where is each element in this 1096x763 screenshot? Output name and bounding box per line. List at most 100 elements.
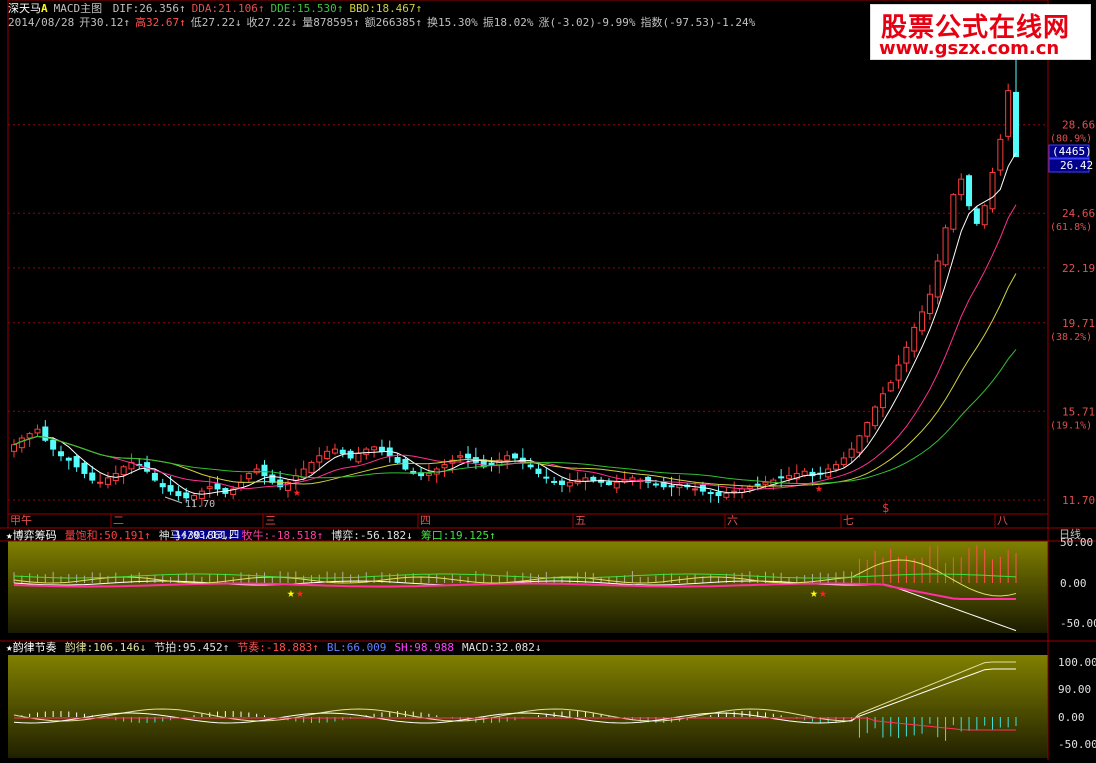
candle-body	[660, 482, 667, 488]
candle-body	[754, 483, 761, 486]
candle-body	[18, 437, 25, 449]
candle-body	[872, 406, 879, 427]
star-icon: ★	[819, 586, 827, 601]
watermark-url: www.gszx.com.cn	[879, 38, 1060, 59]
panel3-tick-label: 90.00	[1058, 683, 1091, 696]
candle-body	[65, 457, 72, 461]
candle-body	[590, 476, 597, 481]
candle-body	[339, 449, 346, 455]
panel-value: 节奏:-18.883↑	[237, 641, 319, 654]
panel2-title-line: ★博弈筹码 量饱和:50.191↑ 神马:39.861↓ 牧牛:-18.518↑ 博弈:…	[6, 528, 496, 542]
watermark-logo: 股票公式在线网 www.gszx.com.cn	[870, 4, 1091, 60]
candle-body	[895, 364, 902, 381]
candle-body	[316, 455, 323, 463]
candle-body	[778, 476, 785, 479]
chart-svg[interactable]: 深天马A MACD主图 DIF:26.356↑ DDA:21.106↑ DDE:15.…	[0, 0, 1096, 760]
price-tick-label: 28.66	[1062, 119, 1095, 132]
moving-average-line	[13, 349, 1017, 484]
candle-body	[723, 492, 730, 498]
candle-body	[457, 455, 464, 458]
candle-body	[551, 480, 558, 483]
stock-flag: A	[41, 2, 48, 15]
header-indicator-value: DDA:21.106↑	[192, 2, 265, 15]
candle-body	[183, 492, 190, 499]
candle-body	[206, 486, 213, 489]
candle-body	[973, 208, 980, 224]
panel3-tick-label: 100.00	[1058, 656, 1096, 669]
candle-body	[527, 464, 534, 468]
candle-body	[363, 448, 370, 455]
panel2-axis: 50.00 0.00 -50.00	[1060, 536, 1096, 630]
price-axis: 28.66 (80.9%) 24.66 (61.8%) 22.19 19.71 (38.2%…	[1050, 119, 1095, 507]
price-tick-pct: (61.8%)	[1050, 222, 1092, 233]
candle-body	[175, 491, 182, 497]
candle-body	[512, 453, 518, 459]
candle-body	[120, 466, 127, 476]
candle-body	[715, 491, 722, 497]
candle-body	[331, 448, 338, 454]
panel-value: BL:66.009	[327, 641, 387, 654]
time-label: 三	[265, 514, 276, 527]
candle-body	[903, 346, 910, 364]
candle-body	[926, 293, 933, 314]
time-label: 七	[843, 514, 854, 527]
time-label: 甲午	[10, 514, 32, 527]
candle-body	[394, 457, 401, 463]
candle-body	[856, 435, 863, 453]
quote-value: 指数(-97.53)-1.24%	[641, 15, 756, 29]
moving-average-line	[13, 152, 1017, 495]
quote-value: 量878595↑	[302, 16, 359, 29]
candle-body	[347, 450, 354, 459]
candle-body	[214, 483, 221, 490]
quote-value: 低27.22↓	[191, 16, 242, 29]
candle-body	[746, 486, 753, 489]
candle-body	[253, 468, 260, 474]
panel2-tick-label: -50.00	[1060, 617, 1096, 630]
candle-body	[198, 490, 205, 499]
price-tick-label: 24.66	[1062, 207, 1095, 220]
header-line-1: 深天马A MACD主图 DIF:26.356↑ DDA:21.106↑ DDE:15.…	[8, 2, 422, 15]
star-icon: ★	[810, 586, 818, 601]
price-tick-label: 19.71	[1062, 317, 1095, 330]
candle-body	[81, 462, 88, 474]
price-tick-label: 22.19	[1062, 262, 1095, 275]
candle-body	[801, 470, 808, 476]
moving-average-line	[13, 204, 1017, 490]
candle-body	[1005, 90, 1012, 137]
panel-value: 节拍:95.452↑	[154, 640, 229, 654]
panel-title: ★韵律节奏	[6, 640, 57, 654]
candle-body	[441, 464, 448, 469]
candle-body	[942, 227, 949, 266]
panel3-background	[8, 655, 1048, 758]
candle-body	[848, 448, 855, 458]
price-tick-pct: (38.2%)	[1050, 332, 1092, 343]
time-label: 八	[997, 514, 1008, 527]
candle-body	[879, 393, 886, 409]
candle-body	[934, 260, 941, 298]
candle-body	[151, 472, 158, 481]
panel2-tick-label: 50.00	[1060, 536, 1093, 549]
candle-body	[997, 138, 1004, 171]
candle-body	[167, 485, 174, 492]
s-marker: $	[882, 501, 889, 515]
candle-body	[308, 461, 315, 474]
panel-value: SH:98.988	[394, 641, 454, 654]
candle-body	[245, 472, 252, 480]
candle-body	[981, 205, 988, 226]
indicator-title: MACD主图	[54, 2, 103, 15]
candle-body	[652, 483, 659, 486]
time-label: 六	[727, 514, 738, 527]
candle-body	[104, 477, 111, 485]
chart-stage[interactable]: 深天马A MACD主图 DIF:26.356↑ DDA:21.106↑ DDE:15.…	[0, 0, 1096, 760]
candle-body	[864, 422, 871, 437]
star-icon: ★	[815, 481, 823, 496]
panel3-tick-label: 0.00	[1058, 711, 1085, 724]
time-label: 五	[575, 514, 586, 527]
candle-body	[535, 468, 542, 474]
moving-averages	[13, 152, 1017, 495]
candle-body	[378, 446, 385, 452]
star-icon: ★	[293, 485, 301, 500]
candle-body	[324, 450, 331, 459]
quote-value: 振18.02%	[483, 15, 534, 29]
candle-body	[558, 480, 565, 486]
